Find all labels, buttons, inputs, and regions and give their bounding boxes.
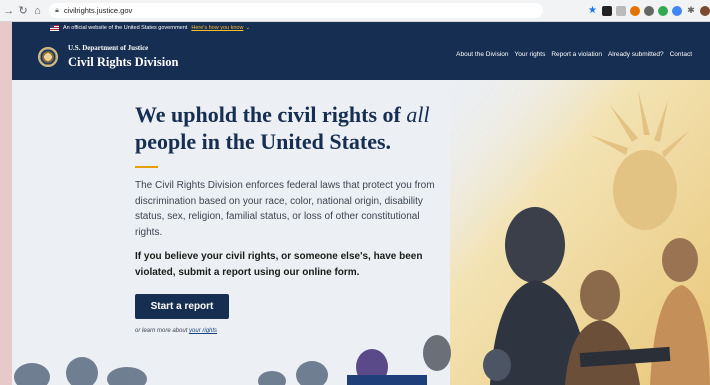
us-flag-icon xyxy=(50,25,59,31)
url-text: civilrights.justice.gov xyxy=(63,6,133,15)
nav-your-rights[interactable]: Your rights xyxy=(515,51,546,58)
department-name: U.S. Department of Justice xyxy=(68,44,149,52)
hero-headline: We uphold the civil rights of all people… xyxy=(135,102,430,154)
browser-toolbar: → ↻ ⌂ 🔒︎ civilrights.justice.gov ★ ✱ xyxy=(0,0,710,22)
address-bar[interactable]: 🔒︎ civilrights.justice.gov xyxy=(49,3,543,18)
extension-icon[interactable] xyxy=(616,5,626,16)
nav-about[interactable]: About the Division xyxy=(456,51,508,58)
nav-contact[interactable]: Contact xyxy=(670,51,692,58)
doj-seal-logo[interactable] xyxy=(38,47,58,67)
site-brand[interactable]: U.S. Department of Justice Civil Rights … xyxy=(68,44,178,70)
nav-report-violation[interactable]: Report a violation xyxy=(551,51,602,58)
heres-how-you-know-link[interactable]: Here's how you know xyxy=(191,25,243,31)
extension-icon[interactable] xyxy=(644,5,654,16)
hero-cta-text: If you believe your civil rights, or som… xyxy=(135,251,423,278)
profile-avatar[interactable] xyxy=(700,5,710,16)
extensions-area: ★ ✱ xyxy=(587,5,710,16)
main-nav: About the Division Your rights Report a … xyxy=(456,51,692,58)
extension-icon[interactable] xyxy=(630,5,640,16)
nav-already-submitted[interactable]: Already submitted? xyxy=(608,51,664,58)
crowd-collage-image xyxy=(14,335,511,385)
hero-lead: The Civil Rights Division enforces feder… xyxy=(135,180,435,238)
bookmark-star-icon[interactable]: ★ xyxy=(587,5,598,16)
site-header: U.S. Department of Justice Civil Rights … xyxy=(12,34,710,80)
puzzle-icon[interactable]: ✱ xyxy=(686,5,696,16)
headline-emphasis: all xyxy=(406,102,430,127)
extension-icon[interactable] xyxy=(672,5,682,16)
hero-section: We uphold the civil rights of all people… xyxy=(12,80,710,385)
back-icon[interactable]: → xyxy=(3,4,14,18)
lock-icon: 🔒︎ xyxy=(55,6,59,14)
home-icon[interactable]: ⌂ xyxy=(32,4,43,18)
chevron-down-icon[interactable]: ⌄ xyxy=(245,25,250,31)
division-name: Civil Rights Division xyxy=(68,55,179,69)
extension-icon[interactable] xyxy=(602,5,612,16)
reload-icon[interactable]: ↻ xyxy=(17,4,28,18)
extension-icon[interactable] xyxy=(658,5,668,16)
gov-banner-text: An official website of the United States… xyxy=(63,25,188,31)
gov-banner: An official website of the United States… xyxy=(12,22,710,34)
accent-divider xyxy=(135,166,158,168)
